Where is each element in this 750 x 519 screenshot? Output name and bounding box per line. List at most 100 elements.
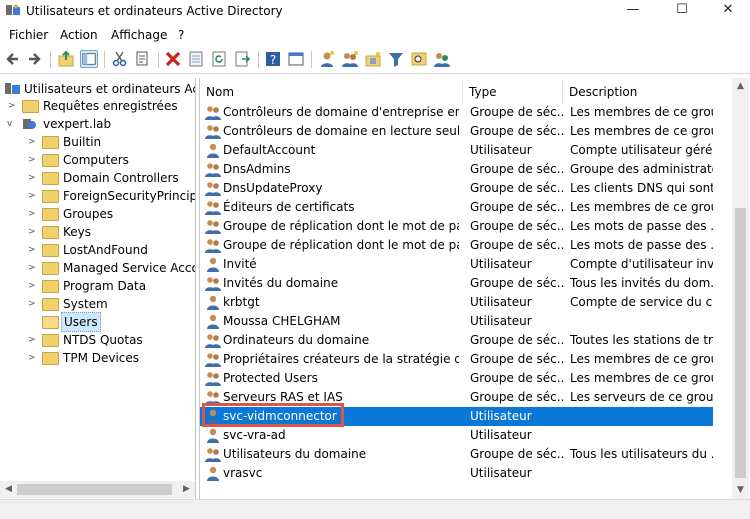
active-directory-icon — [5, 83, 20, 94]
refresh-icon[interactable] — [210, 50, 228, 68]
toolbar: ? — [0, 47, 750, 74]
table-row[interactable]: svc-vra-ad Utilisateur — [200, 426, 713, 445]
scroll-down-icon[interactable]: ▼ — [732, 482, 749, 499]
cell-type: Groupe de séc... — [470, 238, 564, 252]
table-row[interactable]: Utilisateurs du domaine Groupe de séc... T… — [200, 445, 713, 464]
table-row[interactable]: Propriétaires créateurs de la stratégie … — [200, 350, 713, 369]
chevron-down-icon[interactable]: v — [7, 115, 12, 133]
chevron-right-icon[interactable]: > — [28, 349, 36, 367]
chevron-right-icon[interactable]: > — [28, 169, 36, 187]
table-row[interactable]: Éditeurs de certificats Groupe de séc... L… — [200, 198, 713, 217]
tree-horizontal-scrollbar[interactable]: ◀ ▶ — [0, 481, 195, 498]
chevron-right-icon[interactable]: > — [28, 187, 36, 205]
table-row[interactable]: DefaultAccount Utilisateur Compte utilisat… — [200, 141, 713, 160]
chevron-right-icon[interactable]: > — [28, 205, 36, 223]
group-icon — [205, 162, 221, 177]
filter-icon[interactable] — [387, 50, 405, 68]
scroll-thumb[interactable] — [735, 208, 746, 478]
chevron-right-icon[interactable]: > — [28, 241, 36, 259]
chevron-right-icon[interactable]: > — [28, 133, 36, 151]
back-arrow-icon[interactable] — [4, 50, 22, 68]
chevron-right-icon[interactable]: > — [28, 277, 36, 295]
table-row[interactable]: DnsUpdateProxy Groupe de séc... Les client… — [200, 179, 713, 198]
cell-type: Groupe de séc... — [470, 181, 564, 195]
column-header-name[interactable]: Nom — [200, 81, 463, 103]
cell-type: Utilisateur — [470, 466, 532, 480]
table-row[interactable]: krbtgt Utilisateur Compte de service du c.… — [200, 293, 713, 312]
console-tree-icon[interactable] — [80, 50, 98, 68]
scroll-thumb[interactable] — [17, 484, 172, 495]
properties-icon[interactable] — [187, 50, 205, 68]
tree-item-label: Builtin — [63, 135, 102, 149]
table-row[interactable]: Groupe de réplication dont le mot de pas… — [200, 236, 713, 255]
up-folder-icon[interactable] — [57, 50, 75, 68]
cell-name: Propriétaires créateurs de la stratégie … — [223, 352, 459, 366]
console-tree: Utilisateurs et ordinateurs Active > Req… — [0, 78, 196, 499]
chevron-right-icon[interactable]: > — [28, 223, 36, 241]
cell-description: Les membres de ce grou... — [570, 371, 713, 385]
column-header-type[interactable]: Type — [463, 81, 563, 103]
table-row[interactable]: Groupe de réplication dont le mot de pas… — [200, 217, 713, 236]
menu-fichier[interactable]: Fichier — [9, 28, 48, 42]
domain-icon — [23, 119, 36, 129]
new-user-icon[interactable] — [318, 50, 336, 68]
chevron-right-icon[interactable]: > — [28, 295, 36, 313]
find-icon[interactable] — [410, 50, 428, 68]
minimize-button[interactable]: — — [612, 0, 654, 22]
cell-description: Compte utilisateur géré ... — [570, 143, 713, 157]
console-icon[interactable] — [287, 50, 305, 68]
chevron-right-icon[interactable]: > — [8, 97, 16, 115]
table-row[interactable]: DnsAdmins Groupe de séc... Groupe des admi… — [200, 160, 713, 179]
menu-affichage[interactable]: Affichage — [111, 28, 167, 42]
new-ou-icon[interactable] — [364, 50, 382, 68]
table-row[interactable]: Ordinateurs du domaine Groupe de séc... To… — [200, 331, 713, 350]
maximize-button[interactable]: ☐ — [661, 0, 703, 22]
scroll-left-icon[interactable]: ◀ — [0, 481, 17, 498]
cell-type: Utilisateur — [470, 314, 532, 328]
cell-type: Groupe de séc... — [470, 371, 564, 385]
table-row[interactable]: Invité Utilisateur Compte d'utilisateur in… — [200, 255, 713, 274]
cell-description: Tous les utilisateurs du ... — [570, 447, 713, 461]
table-row[interactable]: Moussa CHELGHAM Utilisateur — [200, 312, 713, 331]
close-button[interactable]: ✕ — [707, 0, 749, 22]
table-row[interactable]: Contrôleurs de domaine en lecture seule G… — [200, 122, 713, 141]
delete-icon[interactable] — [164, 50, 182, 68]
table-row[interactable]: Contrôleurs de domaine d'entreprise en l… — [200, 103, 713, 122]
table-row[interactable]: vrasvc Utilisateur — [200, 464, 713, 483]
cell-name: krbtgt — [223, 295, 260, 309]
forward-arrow-icon[interactable] — [25, 50, 43, 68]
tree-item-label: Users — [61, 312, 101, 332]
add-to-group-icon[interactable] — [433, 50, 451, 68]
folder-icon — [42, 298, 59, 311]
copy-icon[interactable] — [133, 50, 151, 68]
list-vertical-scrollbar[interactable]: ▲ ▼ — [732, 78, 749, 499]
user-icon — [205, 428, 221, 443]
tree-item-label: ForeignSecurityPrincipals — [63, 189, 195, 203]
folder-icon — [22, 100, 39, 113]
table-row[interactable]: Invités du domaine Groupe de séc... Tous l… — [200, 274, 713, 293]
scroll-right-icon[interactable]: ▶ — [178, 481, 195, 498]
user-icon — [205, 257, 221, 272]
export-list-icon[interactable] — [233, 50, 251, 68]
cell-type: Utilisateur — [470, 428, 532, 442]
group-icon — [205, 333, 221, 348]
table-row[interactable]: Protected Users Groupe de séc... Les membr… — [200, 369, 713, 388]
scroll-up-icon[interactable]: ▲ — [732, 78, 749, 95]
chevron-right-icon[interactable]: > — [28, 151, 36, 169]
group-icon — [205, 105, 221, 120]
tree-item-label: Domain Controllers — [63, 171, 179, 185]
cell-name: Éditeurs de certificats — [223, 200, 355, 214]
new-group-icon[interactable] — [341, 50, 359, 68]
cell-description: Tous les invités du dom... — [570, 276, 713, 290]
column-header-description[interactable]: Description — [563, 81, 713, 103]
menu-help[interactable]: ? — [178, 28, 184, 42]
chevron-right-icon[interactable]: > — [28, 331, 36, 349]
cut-icon[interactable] — [111, 50, 129, 68]
help-icon[interactable]: ? — [264, 50, 282, 68]
cell-type: Utilisateur — [470, 409, 532, 423]
folder-icon — [42, 334, 59, 347]
details-list: Nom Type Description Contrôleurs de doma… — [199, 78, 733, 499]
chevron-right-icon[interactable]: > — [28, 259, 36, 277]
menu-action[interactable]: Action — [60, 28, 98, 42]
cell-name: Groupe de réplication dont le mot de pas… — [223, 219, 459, 233]
